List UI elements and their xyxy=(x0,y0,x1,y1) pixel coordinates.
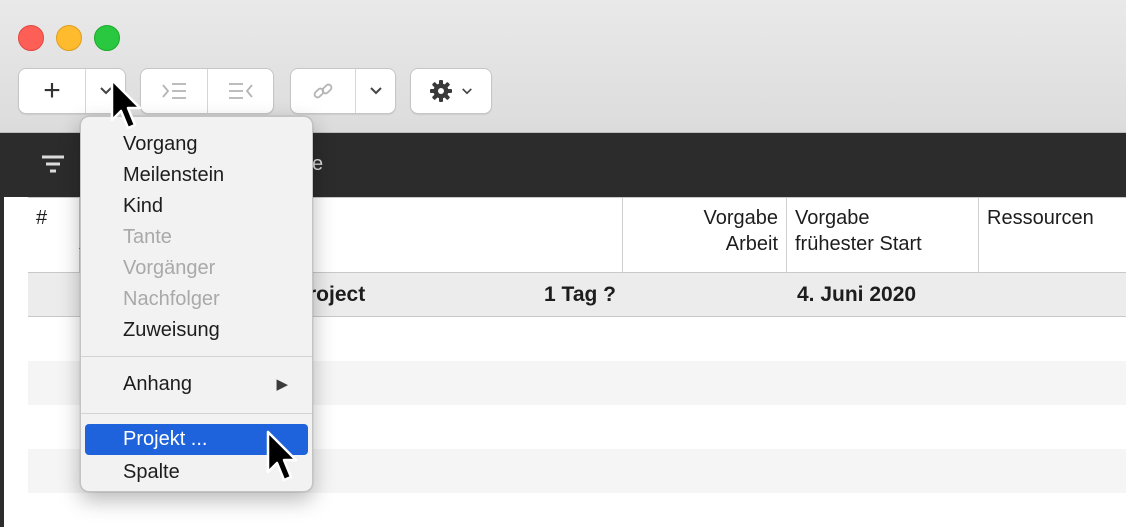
outdent-icon xyxy=(228,83,253,99)
indent-icon xyxy=(162,83,186,99)
menu-item-meilenstein[interactable]: Meilenstein xyxy=(85,160,308,191)
window-edge xyxy=(0,197,4,527)
menu-item-vorgaenger: Vorgänger xyxy=(123,257,216,279)
column-header-number[interactable]: # xyxy=(28,198,80,273)
menu-separator xyxy=(81,356,312,357)
outline-filter-icon[interactable] xyxy=(40,153,66,175)
link-button[interactable] xyxy=(291,69,356,113)
start-cell: 4. Juni 2020 xyxy=(797,283,917,306)
column-header-resources[interactable]: Ressourcen xyxy=(979,198,1126,273)
link-menu-button[interactable] xyxy=(356,69,395,113)
work-cell: 1 Tag ? xyxy=(544,283,616,306)
indent-button[interactable] xyxy=(141,69,208,113)
link-button-group xyxy=(290,68,396,114)
chevron-down-icon xyxy=(369,87,382,95)
plus-icon: + xyxy=(43,74,61,107)
column-header-start[interactable]: Vorgabe frühester Start xyxy=(787,198,979,273)
menu-item-nachfolger: Nachfolger xyxy=(123,288,220,310)
settings-menu-button[interactable] xyxy=(411,69,491,113)
mouse-pointer-icon xyxy=(266,430,298,482)
add-button[interactable]: + xyxy=(19,69,86,113)
settings-button-group xyxy=(410,68,492,114)
column-header-work[interactable]: Vorgabe Arbeit xyxy=(623,198,787,273)
menu-item-kind[interactable]: Kind xyxy=(85,191,308,222)
outdent-button[interactable] xyxy=(208,69,273,113)
menu-item-anhang[interactable]: Anhang ▶ xyxy=(85,369,308,400)
project-name-cell: roject xyxy=(308,283,366,306)
mouse-pointer-icon xyxy=(110,78,142,130)
gear-icon xyxy=(430,80,452,102)
submenu-arrow-icon: ▶ xyxy=(276,376,288,393)
view-title: e xyxy=(312,153,324,175)
menu-separator xyxy=(81,413,312,414)
zoom-window-button[interactable] xyxy=(94,25,120,51)
toolbar: + xyxy=(0,0,1126,133)
minimize-window-button[interactable] xyxy=(56,25,82,51)
close-window-button[interactable] xyxy=(18,25,44,51)
menu-item-tante: Tante xyxy=(123,226,172,248)
table-row[interactable] xyxy=(28,493,1126,527)
indent-button-group xyxy=(140,68,274,114)
app-window: + e # Vorgabe Arbeit Vorgabe frühester S… xyxy=(0,0,1126,527)
link-icon xyxy=(313,83,333,99)
menu-item-zuweisung[interactable]: Zuweisung xyxy=(85,315,308,346)
chevron-down-icon xyxy=(462,87,472,94)
